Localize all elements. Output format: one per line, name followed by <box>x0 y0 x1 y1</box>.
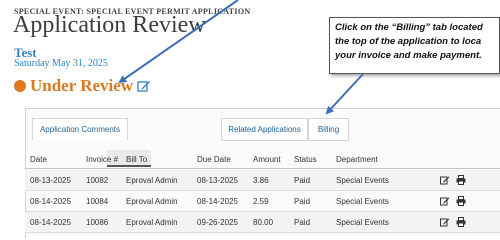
callout-line-2: the top of the application to loca <box>335 36 482 47</box>
cell-due-date: 09-26-2025 <box>197 218 238 227</box>
edit-icon[interactable] <box>440 196 450 206</box>
cell-date: 08-14-2025 <box>30 197 71 206</box>
cell-status: Paid <box>294 176 311 185</box>
status-dot-icon <box>14 80 26 92</box>
cell-due-date: 08-13-2025 <box>197 176 238 185</box>
cell-invoice: 10084 <box>86 197 109 206</box>
cell-department: Special Events <box>336 218 389 227</box>
edit-icon[interactable] <box>440 217 450 227</box>
tab-divider <box>221 140 349 141</box>
table-row: 08-14-2025 10086 Eproval Admin 09-26-202… <box>25 212 500 233</box>
tab-billing-label: Billing <box>317 125 340 134</box>
cell-invoice: 10082 <box>86 176 109 185</box>
print-icon[interactable] <box>456 196 466 206</box>
tab-related-applications[interactable]: Related Applications <box>221 118 308 140</box>
tab-application-comments[interactable]: Application Comments <box>32 118 128 140</box>
tab-application-comments-label: Application Comments <box>39 125 121 134</box>
cell-due-date: 08-14-2025 <box>197 197 238 206</box>
instruction-callout: Click on the “Billing” tab located the t… <box>329 17 500 74</box>
column-header-department[interactable]: Department <box>336 155 378 164</box>
callout-line-3: your invoice and make payment. <box>335 50 482 61</box>
cell-date: 08-14-2025 <box>30 218 71 227</box>
column-header-amount[interactable]: Amount <box>253 155 281 164</box>
column-header-due-date[interactable]: Due Date <box>197 155 231 164</box>
edit-icon[interactable] <box>440 175 450 185</box>
column-header-bill-to[interactable]: Bill To <box>126 155 147 164</box>
cell-bill-to: Eproval Admin <box>126 197 178 206</box>
status-label: Under Review <box>30 76 134 95</box>
table-row: 08-14-2025 10084 Eproval Admin 08-14-202… <box>25 191 500 212</box>
print-icon[interactable] <box>456 217 466 227</box>
record-date: Saturday May 31, 2025 <box>14 58 108 69</box>
tab-billing[interactable]: Billing <box>308 118 349 140</box>
cell-department: Special Events <box>336 176 389 185</box>
cell-amount: 3.86 <box>253 176 269 185</box>
cell-status: Paid <box>294 197 311 206</box>
cell-bill-to: Eproval Admin <box>126 176 178 185</box>
cell-department: Special Events <box>336 197 389 206</box>
cell-amount: 80.00 <box>253 218 274 227</box>
tab-related-applications-label: Related Applications <box>228 125 301 134</box>
callout-line-1: Click on the “Billing” tab located <box>335 22 483 33</box>
column-header-date[interactable]: Date <box>30 155 47 164</box>
cell-invoice: 10086 <box>86 218 109 227</box>
table-header: Date Invoice # Bill To Due Date Amount S… <box>25 150 500 169</box>
edit-icon[interactable] <box>137 79 151 93</box>
cell-bill-to: Eproval Admin <box>126 218 178 227</box>
column-header-invoice[interactable]: Invoice # <box>86 155 118 164</box>
cell-date: 08-13-2025 <box>30 176 71 185</box>
status-row: Under Review <box>14 76 151 96</box>
print-icon[interactable] <box>456 175 466 185</box>
table-row: 08-13-2025 10082 Eproval Admin 08-13-202… <box>25 170 500 191</box>
cell-amount: 2.59 <box>253 197 269 206</box>
cell-status: Paid <box>294 218 311 227</box>
page-title: Application Review <box>13 12 206 38</box>
column-header-status[interactable]: Status <box>294 155 317 164</box>
